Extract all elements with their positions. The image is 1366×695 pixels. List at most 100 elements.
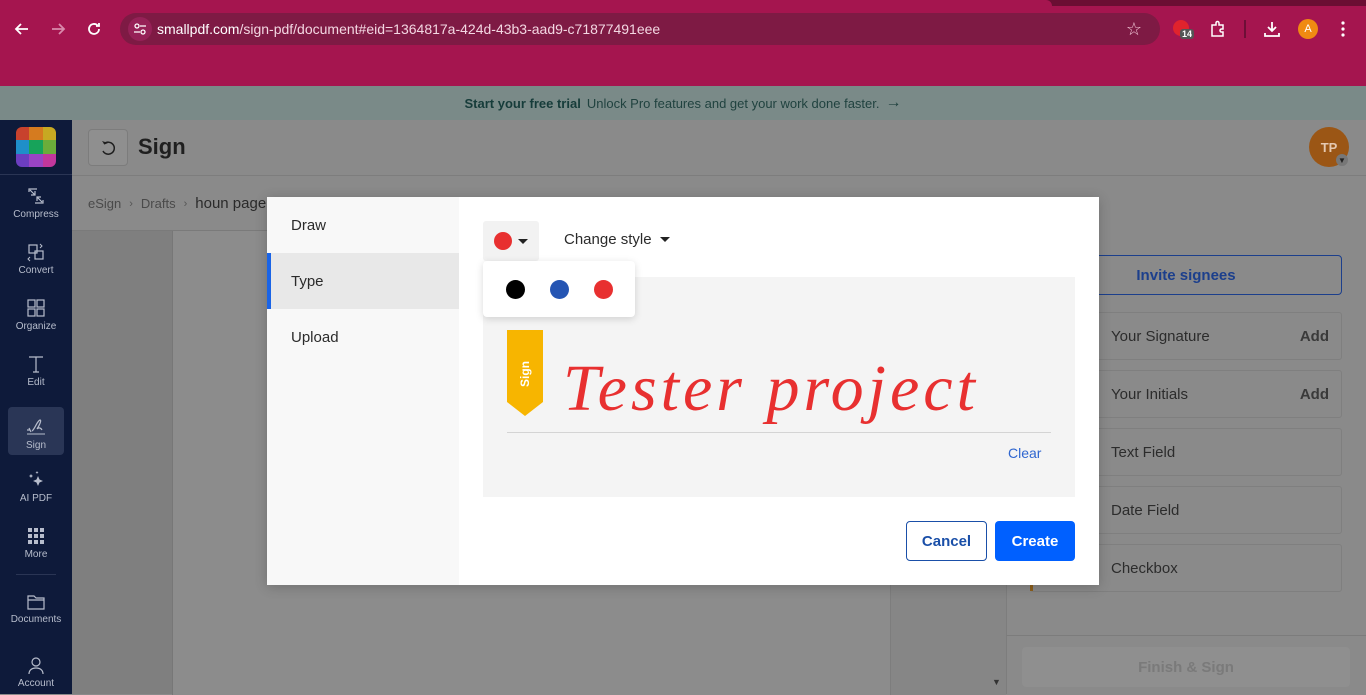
sidebar-item-label: AI PDF — [19, 493, 53, 504]
sidebar-item-label: Organize — [15, 321, 57, 332]
sidebar-item-account[interactable]: Account — [8, 645, 64, 693]
field-label: Your Initials — [1111, 385, 1188, 403]
cancel-button[interactable]: Cancel — [906, 521, 987, 561]
trial-banner[interactable]: Start your free trial Unlock Pro feature… — [0, 86, 1366, 120]
url-text[interactable]: smallpdf.com/sign-pdf/document#eid=13648… — [157, 21, 660, 37]
browser-profile-avatar[interactable]: A — [1298, 19, 1318, 39]
extension-badge-count: 14 — [1180, 29, 1195, 39]
tab-label: Upload — [291, 328, 339, 346]
user-icon — [28, 657, 44, 675]
color-picker-button[interactable] — [483, 221, 539, 261]
sign-ribbon-icon: Sign — [507, 330, 543, 416]
sidebar-item-ai-pdf[interactable]: AI PDF — [8, 460, 64, 508]
sidebar-item-label: More — [24, 549, 48, 560]
bookmark-star-icon[interactable]: ☆ — [1126, 19, 1142, 40]
sidebar-item-convert[interactable]: Convert — [8, 232, 64, 280]
site-settings-icon[interactable] — [128, 17, 152, 41]
sidebar-item-label: Account — [17, 678, 55, 689]
tab-upload[interactable]: Upload — [267, 309, 459, 365]
url-host: smallpdf.com — [157, 21, 240, 37]
trial-banner-title: Start your free trial — [464, 95, 581, 111]
breadcrumb-separator: › — [183, 197, 188, 210]
trial-banner-text: Unlock Pro features and get your work do… — [586, 95, 880, 111]
left-sidebar: Compress Convert Organize Edit Sign AI P… — [0, 120, 72, 694]
field-label: Text Field — [1111, 443, 1176, 461]
color-options-popover — [483, 261, 635, 317]
organize-icon — [27, 299, 45, 317]
page-title: Sign — [138, 134, 186, 159]
app-header: Sign TP ▼ — [72, 120, 1366, 176]
add-signature-button[interactable]: Add — [1300, 328, 1329, 345]
extensions-puzzle-icon[interactable] — [1207, 18, 1229, 40]
reload-icon — [88, 23, 100, 35]
sign-icon — [27, 419, 45, 435]
color-option-red[interactable] — [593, 279, 613, 299]
sidebar-item-compress[interactable]: Compress — [8, 176, 64, 224]
breadcrumb-current-document: houn page — [195, 195, 267, 212]
sidebar-item-label: Sign — [25, 440, 46, 451]
edit-icon — [29, 356, 43, 373]
field-color-marker — [1030, 585, 1033, 591]
breadcrumb-esign[interactable]: eSign — [88, 196, 121, 211]
sidebar-item-sign[interactable]: Sign — [8, 407, 64, 455]
typed-signature: Tester project — [563, 352, 979, 425]
field-label: Your Signature — [1111, 327, 1210, 345]
undo-button[interactable] — [88, 129, 128, 166]
sidebar-divider — [16, 574, 56, 575]
forward-button[interactable] — [46, 17, 70, 41]
panel-divider — [1006, 635, 1366, 636]
arrow-right-icon: → — [885, 94, 902, 111]
scroll-down-icon[interactable]: ▼ — [992, 677, 1001, 687]
sidebar-item-more[interactable]: More — [8, 516, 64, 564]
download-icon[interactable] — [1261, 18, 1283, 40]
sidebar-item-edit[interactable]: Edit — [8, 344, 64, 392]
breadcrumb-separator: › — [129, 197, 133, 210]
add-initials-button[interactable]: Add — [1300, 386, 1329, 403]
arrow-left-icon — [14, 23, 28, 35]
field-label: Checkbox — [1111, 559, 1178, 577]
back-button[interactable] — [10, 17, 34, 41]
sidebar-item-documents[interactable]: Documents — [8, 581, 64, 629]
create-signature-dialog: Draw Type Upload Change style Sign Teste… — [267, 197, 1099, 585]
signature-baseline — [507, 432, 1051, 433]
convert-icon — [27, 243, 44, 262]
browser-menu-icon[interactable] — [1332, 18, 1354, 40]
field-label: Date Field — [1111, 501, 1180, 519]
color-option-black[interactable] — [505, 279, 525, 299]
sidebar-item-label: Edit — [27, 377, 45, 388]
signature-text: Tester project — [563, 352, 979, 425]
address-bar[interactable]: smallpdf.com/sign-pdf/document#eid=13648… — [120, 13, 1160, 45]
tab-label: Type — [291, 272, 324, 290]
breadcrumb-drafts[interactable]: Drafts — [141, 196, 176, 211]
ribbon-label: Sign — [518, 361, 532, 387]
clear-button[interactable]: Clear — [1008, 445, 1041, 461]
signature-method-tabs: Draw Type Upload — [267, 197, 459, 585]
caret-down-icon — [518, 238, 528, 244]
smallpdf-logo[interactable] — [16, 127, 56, 167]
breadcrumb: eSign › Drafts › houn page — [88, 195, 266, 212]
change-style-dropdown[interactable]: Change style — [564, 231, 670, 248]
sidebar-divider — [0, 174, 72, 175]
chevron-down-icon[interactable]: ▼ — [1336, 154, 1348, 166]
toolbar-separator — [1244, 20, 1246, 38]
folder-icon — [27, 595, 45, 610]
tab-type[interactable]: Type — [267, 253, 459, 309]
sidebar-item-organize[interactable]: Organize — [8, 288, 64, 336]
undo-icon — [102, 140, 116, 155]
finish-and-sign-button[interactable]: Finish & Sign — [1022, 647, 1350, 687]
url-path: /sign-pdf/document#eid=1364817a-424d-43b… — [239, 21, 661, 37]
selected-color-swatch — [494, 232, 512, 250]
grid-icon — [28, 528, 44, 544]
caret-down-icon — [659, 237, 670, 242]
sidebar-item-label: Documents — [10, 614, 62, 625]
tab-draw[interactable]: Draw — [267, 197, 459, 253]
sidebar-item-label: Convert — [18, 265, 54, 276]
reload-button[interactable] — [82, 17, 106, 41]
tab-label: Draw — [291, 216, 327, 234]
create-button[interactable]: Create — [995, 521, 1075, 561]
sparkle-icon — [29, 471, 43, 486]
compress-icon — [28, 188, 44, 204]
tab-strip — [0, 0, 1366, 6]
arrow-right-icon — [52, 23, 66, 35]
color-option-blue[interactable] — [549, 279, 569, 299]
